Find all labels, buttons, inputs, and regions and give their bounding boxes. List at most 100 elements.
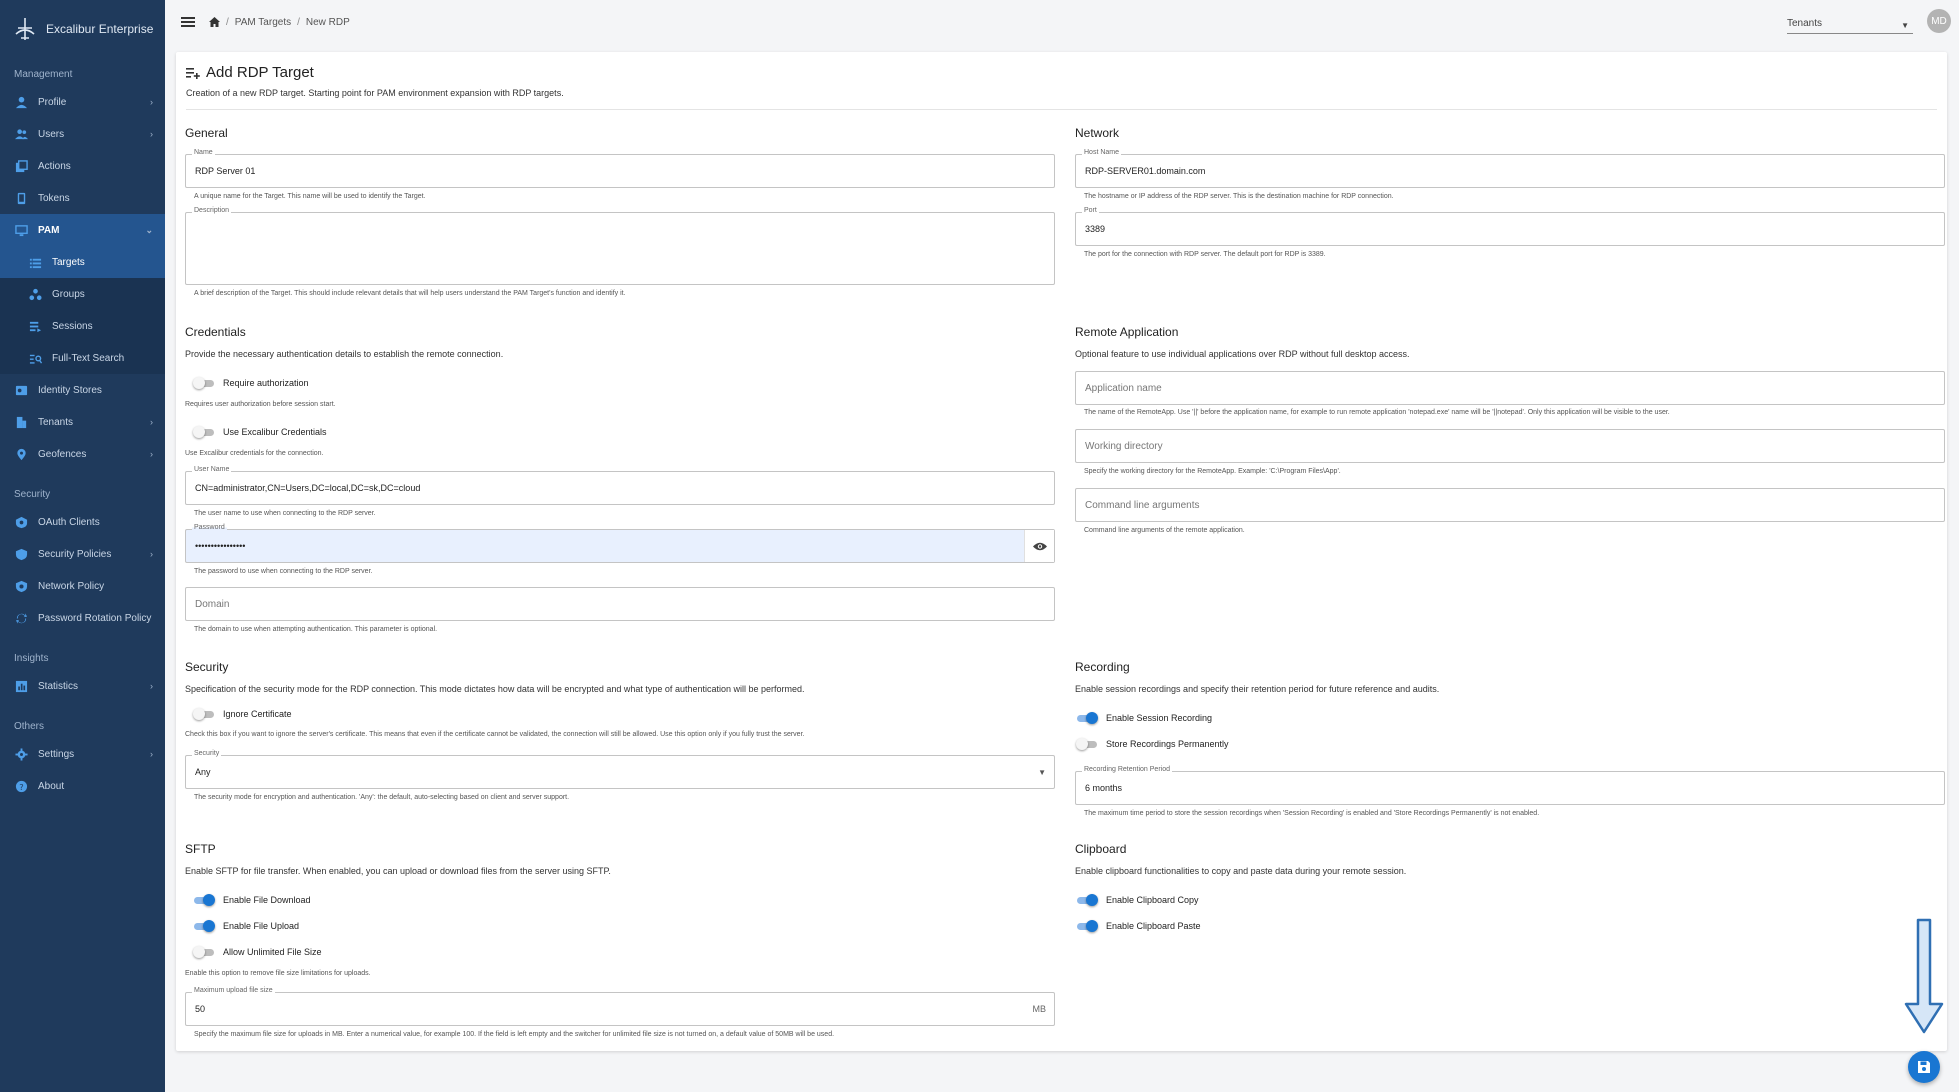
sidebar-item-label: PAM [38, 224, 60, 236]
sidebar-item-statistics[interactable]: Statistics › [0, 670, 165, 702]
rotation-icon [14, 611, 28, 625]
chevron-right-icon: › [150, 749, 153, 759]
description-field[interactable]: Description [185, 207, 1055, 285]
require-authorization-toggle[interactable] [193, 377, 215, 389]
sidebar-item-security-policies[interactable]: Security Policies › [0, 538, 165, 570]
clipboard-copy-toggle[interactable] [1076, 894, 1098, 906]
max-upload-size-field[interactable]: Maximum upload file size 50 MB [185, 987, 1055, 1026]
name-field[interactable]: Name RDP Server 01 [185, 149, 1055, 188]
command-line-field[interactable]: Command line arguments [1075, 488, 1945, 522]
session-recording-toggle[interactable] [1076, 712, 1098, 724]
sidebar-item-oauth-clients[interactable]: OAuth Clients [0, 506, 165, 538]
security-mode-hint: The security mode for encryption and aut… [194, 794, 570, 801]
password-label: Password [192, 524, 227, 531]
use-excalibur-row: Use Excalibur Credentials [193, 426, 327, 438]
eye-icon[interactable] [1024, 530, 1054, 562]
use-excalibur-label: Use Excalibur Credentials [223, 427, 327, 437]
sidebar-item-settings[interactable]: Settings › [0, 738, 165, 770]
sidebar-item-pam[interactable]: PAM ⌄ [0, 214, 165, 246]
sidebar-item-profile[interactable]: Profile › [0, 86, 165, 118]
security-mode-label: Security [192, 750, 222, 757]
security-title: Security [185, 660, 229, 674]
command-line-hint: Command line arguments of the remote app… [1084, 527, 1245, 534]
session-recording-label: Enable Session Recording [1106, 713, 1213, 723]
clipboard-title: Clipboard [1075, 842, 1127, 856]
username-label: User Name [192, 466, 232, 473]
save-button[interactable] [1908, 1051, 1940, 1083]
oauth-icon [14, 515, 28, 529]
avatar[interactable]: MD [1927, 9, 1951, 33]
password-field[interactable]: Password •••••••••••••••• [185, 524, 1055, 563]
sidebar-item-password-rotation[interactable]: Password Rotation Policy [0, 602, 165, 634]
monitor-icon [14, 223, 28, 237]
unlimited-size-hint: Enable this option to remove file size l… [185, 970, 371, 977]
unlimited-size-toggle[interactable] [193, 946, 215, 958]
require-authorization-row: Require authorization [193, 377, 309, 389]
sftp-desc: Enable SFTP for file transfer. When enab… [185, 866, 611, 876]
identity-store-icon [14, 383, 28, 397]
network-shield-icon [14, 579, 28, 593]
breadcrumb-separator: / [297, 16, 300, 28]
sidebar-item-tokens[interactable]: Tokens [0, 182, 165, 214]
sidebar-item-users[interactable]: Users › [0, 118, 165, 150]
person-icon [14, 95, 28, 109]
sidebar-item-targets[interactable]: Targets [0, 246, 165, 278]
file-download-toggle[interactable] [193, 894, 215, 906]
svg-text:?: ? [19, 781, 23, 791]
sidebar: Excalibur Enterprise Management Profile … [0, 0, 165, 1092]
sidebar-item-fulltext-search[interactable]: Full-Text Search [0, 342, 165, 374]
tenants-select[interactable]: Tenants ▼ [1787, 18, 1913, 34]
sidebar-item-label: Settings [38, 748, 75, 760]
ignore-certificate-row: Ignore Certificate [193, 708, 292, 720]
clipboard-copy-label: Enable Clipboard Copy [1106, 895, 1199, 905]
sidebar-item-actions[interactable]: Actions [0, 150, 165, 182]
sidebar-item-label: Users [38, 128, 65, 140]
use-excalibur-toggle[interactable] [193, 426, 215, 438]
sidebar-item-label: Security Policies [38, 548, 112, 560]
application-name-field[interactable]: Application name [1075, 371, 1945, 405]
home-icon[interactable] [209, 17, 220, 27]
file-upload-row: Enable File Upload [193, 920, 299, 932]
unlimited-size-row: Allow Unlimited File Size [193, 946, 322, 958]
page-title-text: Add RDP Target [206, 64, 314, 81]
brand[interactable]: Excalibur Enterprise [0, 0, 165, 58]
username-field[interactable]: User Name CN=administrator,CN=Users,DC=l… [185, 466, 1055, 505]
menu-icon[interactable] [181, 17, 195, 27]
description-hint: A brief description of the Target. This … [194, 290, 626, 297]
sidebar-item-network-policy[interactable]: Network Policy [0, 570, 165, 602]
description-label: Description [192, 207, 232, 214]
phone-token-icon [14, 191, 28, 205]
clipboard-copy-row: Enable Clipboard Copy [1076, 894, 1199, 906]
host-name-field[interactable]: Host Name RDP-SERVER01.domain.com [1075, 149, 1945, 188]
sidebar-item-geofences[interactable]: Geofences › [0, 438, 165, 470]
domain-placeholder: Domain [195, 599, 230, 610]
breadcrumb-separator: / [226, 16, 229, 28]
sidebar-item-identity-stores[interactable]: Identity Stores [0, 374, 165, 406]
playlist-add-icon [186, 67, 200, 79]
security-mode-select[interactable]: Security Any ▼ [185, 750, 1055, 789]
ignore-certificate-hint: Check this box if you want to ignore the… [185, 731, 805, 738]
clipboard-paste-toggle[interactable] [1076, 920, 1098, 932]
breadcrumb-pam-targets[interactable]: PAM Targets [235, 17, 291, 28]
retention-period-field[interactable]: Recording Retention Period 6 months [1075, 766, 1945, 805]
unlimited-size-label: Allow Unlimited File Size [223, 947, 322, 957]
file-download-row: Enable File Download [193, 894, 311, 906]
retention-period-label: Recording Retention Period [1082, 766, 1172, 773]
working-directory-field[interactable]: Working directory [1075, 429, 1945, 463]
sidebar-item-tenants[interactable]: Tenants › [0, 406, 165, 438]
chevron-right-icon: › [150, 97, 153, 107]
port-field[interactable]: Port 3389 [1075, 207, 1945, 246]
help-icon: ? [14, 779, 28, 793]
sidebar-item-label: Network Policy [38, 580, 105, 592]
sidebar-item-label: Groups [52, 288, 85, 300]
file-upload-toggle[interactable] [193, 920, 215, 932]
sidebar-item-groups[interactable]: Groups [0, 278, 165, 310]
sidebar-item-sessions[interactable]: Sessions [0, 310, 165, 342]
clipboard-paste-row: Enable Clipboard Paste [1076, 920, 1201, 932]
store-permanently-toggle[interactable] [1076, 738, 1098, 750]
sidebar-item-about[interactable]: ? About [0, 770, 165, 802]
ignore-certificate-toggle[interactable] [193, 708, 215, 720]
domain-field[interactable]: Domain [185, 587, 1055, 621]
chevron-right-icon: › [150, 449, 153, 459]
section-security: Security [14, 489, 51, 500]
